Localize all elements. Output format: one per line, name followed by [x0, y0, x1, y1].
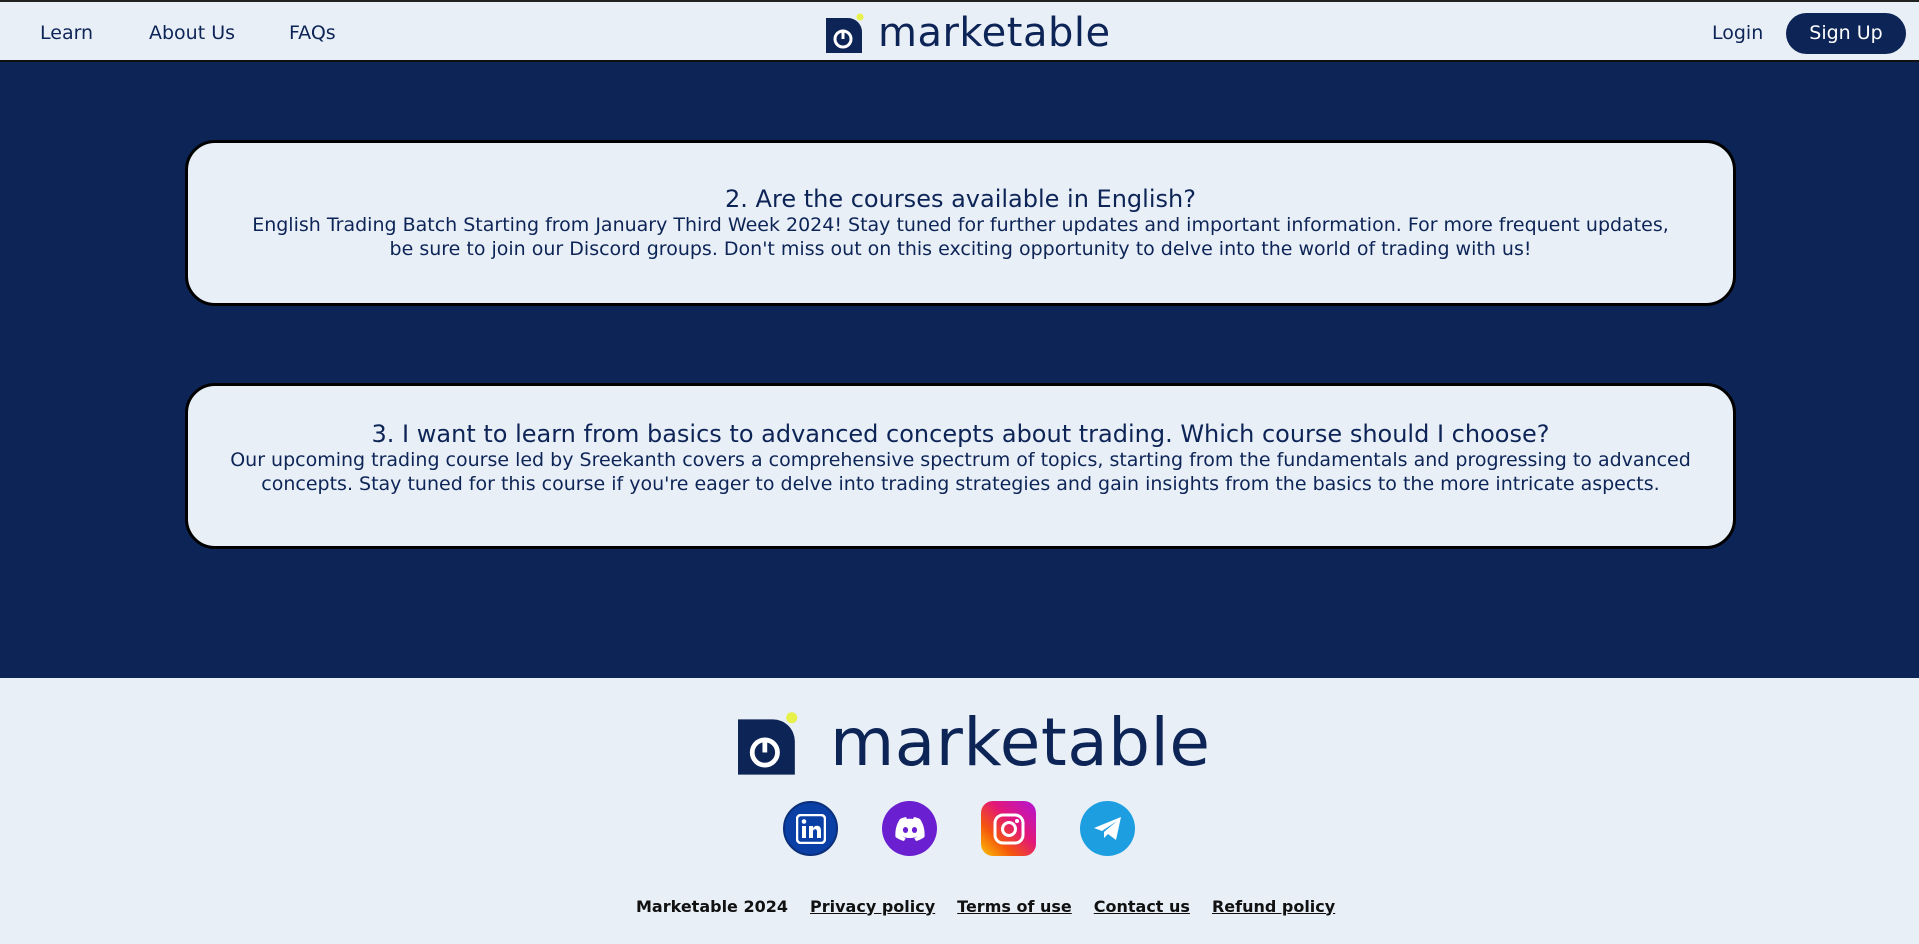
- faq-card[interactable]: 2. Are the courses available in English?…: [185, 140, 1736, 306]
- nav-about-us[interactable]: About Us: [149, 21, 235, 45]
- marketable-logo-icon: [738, 711, 798, 775]
- faq-answer: Our upcoming trading course led by Sreek…: [230, 449, 1691, 495]
- discord-icon: [894, 816, 925, 841]
- discord-link[interactable]: [882, 801, 937, 856]
- instagram-link[interactable]: [981, 801, 1036, 856]
- linkedin-link[interactable]: [783, 801, 838, 856]
- faq-question: 3. I want to learn from basics to advanc…: [371, 420, 1550, 448]
- brand-wordmark: marketable: [878, 10, 1111, 56]
- faq-question: 2. Are the courses available in English?: [725, 185, 1196, 213]
- nav-learn[interactable]: Learn: [40, 21, 93, 45]
- sign-up-button[interactable]: Sign Up: [1786, 13, 1906, 54]
- footer: marketable Marketable 2024 Privacy polic…: [0, 678, 1919, 944]
- instagram-icon: [993, 813, 1024, 844]
- copyright-text: Marketable 2024: [636, 896, 789, 916]
- faq-card[interactable]: 3. I want to learn from basics to advanc…: [185, 383, 1736, 549]
- top-navbar: Learn About Us FAQs marketable Login Sig…: [0, 0, 1919, 62]
- privacy-policy-link[interactable]: Privacy policy: [810, 897, 935, 916]
- contact-us-link[interactable]: Contact us: [1094, 897, 1190, 916]
- footer-brand-wordmark: marketable: [830, 704, 1211, 781]
- faq-answer: English Trading Batch Starting from Janu…: [252, 214, 1669, 260]
- brand-logo[interactable]: marketable: [826, 10, 1111, 56]
- login-link[interactable]: Login: [1712, 21, 1763, 45]
- marketable-logo-icon: [826, 13, 864, 53]
- refund-policy-link[interactable]: Refund policy: [1212, 897, 1335, 916]
- telegram-icon: [1093, 816, 1121, 840]
- footer-brand-logo[interactable]: marketable: [738, 704, 1211, 781]
- telegram-link[interactable]: [1080, 801, 1135, 856]
- nav-faqs[interactable]: FAQs: [289, 21, 336, 45]
- footer-links: Marketable 2024 Privacy policy Terms of …: [636, 894, 1357, 918]
- linkedin-icon: [795, 813, 826, 844]
- terms-of-use-link[interactable]: Terms of use: [957, 897, 1072, 916]
